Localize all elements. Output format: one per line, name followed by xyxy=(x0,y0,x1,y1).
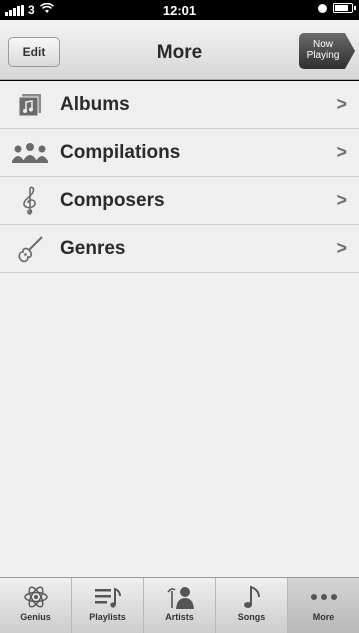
tab-label: Playlists xyxy=(89,612,126,622)
list-item-label: Compilations xyxy=(60,141,181,163)
status-time: 12:01 xyxy=(162,3,197,18)
playlist-icon xyxy=(72,578,143,612)
now-playing-label-line2: Playing xyxy=(306,50,340,61)
tab-songs[interactable]: Songs xyxy=(216,578,288,633)
compilations-icon xyxy=(0,129,60,177)
more-list: Albums > Compilations > Composers > Genr… xyxy=(0,81,359,577)
tab-playlists[interactable]: Playlists xyxy=(72,578,144,633)
navigation-bar: Edit More Now Playing xyxy=(0,20,359,80)
tab-label: Artists xyxy=(165,612,194,622)
list-item-label: Composers xyxy=(60,189,165,211)
chevron-right-icon: > xyxy=(336,238,347,258)
now-playing-button[interactable]: Now Playing xyxy=(299,33,355,69)
more-dots-icon xyxy=(288,578,359,612)
tab-genius[interactable]: Genius xyxy=(0,578,72,633)
list-item-compilations[interactable]: Compilations > xyxy=(0,129,359,177)
music-note-icon xyxy=(216,578,287,612)
orientation-lock-icon xyxy=(318,3,327,13)
tab-more[interactable]: More xyxy=(288,578,359,633)
tab-artists[interactable]: Artists xyxy=(144,578,216,633)
treble-clef-icon xyxy=(0,177,60,225)
tab-bar: Genius Playlists Artists Songs More xyxy=(0,577,359,633)
battery-icon xyxy=(333,3,356,13)
tab-label: Songs xyxy=(237,612,266,622)
status-right xyxy=(318,3,356,13)
list-item-label: Genres xyxy=(60,237,126,259)
atom-icon xyxy=(0,578,71,612)
guitar-icon xyxy=(0,225,60,273)
status-bar: 3 12:01 xyxy=(0,0,359,20)
chevron-right-icon: > xyxy=(336,190,347,210)
chevron-right-icon: > xyxy=(336,142,347,162)
list-item-genres[interactable]: Genres > xyxy=(0,225,359,273)
now-playing-label-line1: Now xyxy=(312,39,333,50)
list-item-albums[interactable]: Albums > xyxy=(0,81,359,129)
list-item-label: Albums xyxy=(60,93,130,115)
tab-label: Genius xyxy=(20,612,51,622)
album-icon xyxy=(0,81,60,129)
list-item-composers[interactable]: Composers > xyxy=(0,177,359,225)
artist-icon xyxy=(144,578,215,612)
chevron-right-icon: > xyxy=(336,94,347,114)
tab-label: More xyxy=(312,612,335,622)
